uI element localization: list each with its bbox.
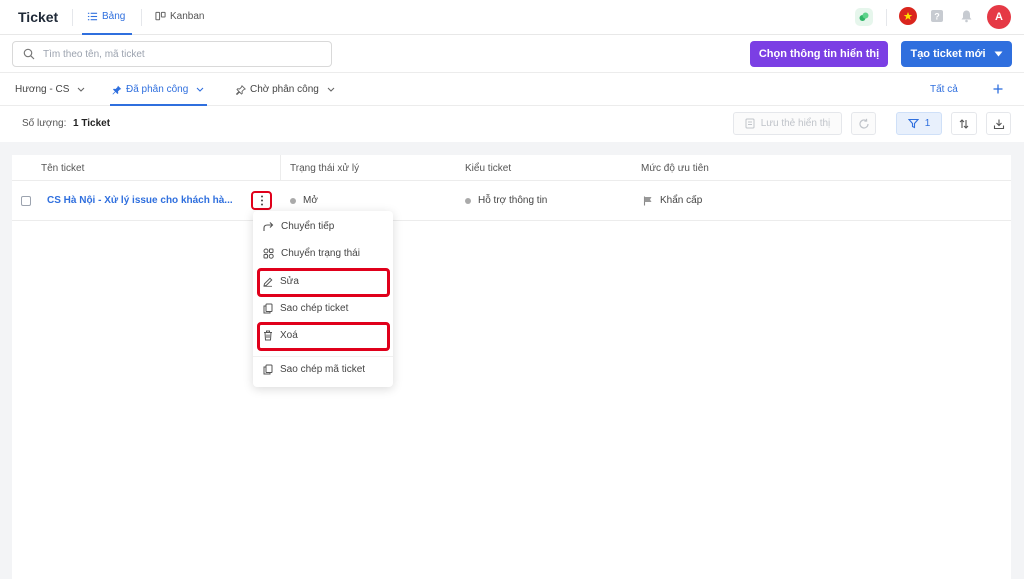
row-context-menu bbox=[253, 211, 393, 387]
divider bbox=[886, 9, 887, 26]
search-box bbox=[12, 41, 332, 67]
bell-icon[interactable] bbox=[958, 8, 974, 24]
status-value: Mở bbox=[303, 195, 318, 206]
type-dot-icon bbox=[465, 197, 471, 204]
filter-tab-label: Chờ phân công bbox=[250, 84, 319, 95]
menu-item-change-status[interactable]: Chuyển trạng thái bbox=[263, 248, 360, 259]
type-value: Hỗ trợ thông tin bbox=[478, 195, 548, 206]
status-cell: Mở bbox=[290, 195, 318, 206]
save-view-label: Lưu thẻ hiển thị bbox=[760, 118, 831, 129]
chevron-down-icon bbox=[196, 87, 204, 92]
tab-label: Kanban bbox=[170, 11, 205, 22]
tab-kanban[interactable]: Kanban bbox=[155, 11, 204, 22]
list-icon bbox=[87, 11, 98, 22]
vietnam-flag-icon[interactable] bbox=[899, 7, 917, 25]
chevron-down-icon bbox=[77, 87, 85, 92]
tab-label: Bảng bbox=[102, 11, 126, 22]
menu-item-label: Sửa bbox=[280, 276, 299, 287]
download-icon bbox=[993, 118, 1005, 130]
chevron-down-icon bbox=[327, 87, 335, 92]
column-header-name: Tên ticket bbox=[41, 163, 85, 174]
more-vertical-icon bbox=[260, 195, 264, 206]
count-label: Số lượng: bbox=[22, 118, 67, 129]
menu-item-copy-ticket-code[interactable]: Sao chép mã ticket bbox=[263, 364, 365, 375]
refresh-button[interactable] bbox=[851, 112, 876, 135]
menu-item-copy-ticket[interactable]: Sao chép ticket bbox=[263, 303, 348, 314]
filter-button[interactable]: 1 bbox=[896, 112, 942, 135]
filter-tab-assigned[interactable]: Đã phân công bbox=[112, 84, 204, 95]
search-input[interactable] bbox=[43, 48, 303, 60]
menu-item-label: Chuyển trạng thái bbox=[281, 248, 360, 259]
avatar-letter: A bbox=[995, 11, 1003, 23]
choose-display-info-button[interactable]: Chọn thông tin hiển thị bbox=[750, 41, 888, 67]
avatar[interactable]: A bbox=[987, 5, 1011, 29]
row-checkbox[interactable] bbox=[21, 196, 31, 206]
type-cell: Hỗ trợ thông tin bbox=[465, 195, 547, 206]
save-icon bbox=[745, 118, 755, 129]
filter-tab-waiting[interactable]: Chờ phân công bbox=[236, 84, 335, 95]
menu-item-label: Chuyển tiếp bbox=[281, 221, 335, 232]
ticket-name-link[interactable]: CS Hà Nội - Xử lý issue cho khách hà... bbox=[47, 195, 233, 206]
column-divider bbox=[280, 155, 281, 181]
edit-icon bbox=[263, 277, 273, 287]
row-actions-button[interactable] bbox=[251, 191, 272, 210]
button-label: Tạo ticket mới bbox=[910, 48, 986, 60]
copy-icon bbox=[263, 364, 273, 375]
save-view-button[interactable]: Lưu thẻ hiển thị bbox=[733, 112, 842, 135]
svg-text:?: ? bbox=[934, 12, 940, 22]
menu-item-forward[interactable]: Chuyển tiếp bbox=[263, 221, 334, 232]
column-header-priority: Mức độ ưu tiên bbox=[641, 163, 709, 174]
menu-item-label: Xoá bbox=[280, 330, 298, 341]
search-icon bbox=[23, 48, 35, 60]
menu-item-delete[interactable]: Xoá bbox=[263, 330, 298, 341]
filter-tab-huong-cs[interactable]: Hương - CS bbox=[15, 84, 85, 95]
row-divider bbox=[12, 220, 1011, 221]
help-icon[interactable]: ? bbox=[929, 8, 945, 24]
menu-item-edit[interactable]: Sửa bbox=[263, 276, 299, 287]
sort-button[interactable] bbox=[951, 112, 977, 135]
tab-bang[interactable]: Bảng bbox=[87, 11, 125, 22]
menu-item-label: Sao chép mã ticket bbox=[280, 364, 366, 375]
sort-icon bbox=[958, 118, 970, 130]
kanban-icon bbox=[155, 11, 166, 22]
filter-tab-label: Hương - CS bbox=[15, 84, 70, 95]
create-ticket-button[interactable]: Tạo ticket mới bbox=[901, 41, 1012, 67]
column-header-type: Kiểu ticket bbox=[465, 163, 512, 174]
menu-divider bbox=[253, 356, 393, 357]
integration-icon[interactable] bbox=[855, 8, 873, 26]
page-title: Ticket bbox=[18, 9, 59, 25]
forward-icon bbox=[263, 221, 274, 232]
priority-value: Khẩn cấp bbox=[660, 195, 703, 206]
divider bbox=[72, 9, 73, 26]
pin-icon bbox=[112, 85, 122, 95]
filter-tab-label: Đã phân công bbox=[126, 84, 189, 95]
count-value: 1 Ticket bbox=[73, 118, 111, 129]
refresh-icon bbox=[858, 118, 870, 130]
column-header-status: Trạng thái xử lý bbox=[290, 163, 360, 174]
funnel-icon bbox=[907, 118, 919, 129]
priority-cell: Khẩn cấp bbox=[643, 195, 702, 206]
download-button[interactable] bbox=[986, 112, 1011, 135]
pin-outline-icon bbox=[236, 84, 246, 95]
caret-down-icon bbox=[994, 51, 1003, 57]
add-filter-icon[interactable] bbox=[991, 82, 1005, 96]
trash-icon bbox=[263, 330, 273, 341]
status-dot-icon bbox=[290, 197, 296, 204]
all-filters-link[interactable]: Tất cả bbox=[930, 84, 958, 95]
divider bbox=[141, 9, 142, 26]
menu-item-label: Sao chép ticket bbox=[280, 303, 349, 314]
copy-icon bbox=[263, 303, 273, 314]
status-icon bbox=[263, 248, 274, 259]
filter-count: 1 bbox=[924, 118, 931, 129]
flag-icon bbox=[643, 196, 653, 206]
button-label: Chọn thông tin hiển thị bbox=[758, 48, 880, 60]
